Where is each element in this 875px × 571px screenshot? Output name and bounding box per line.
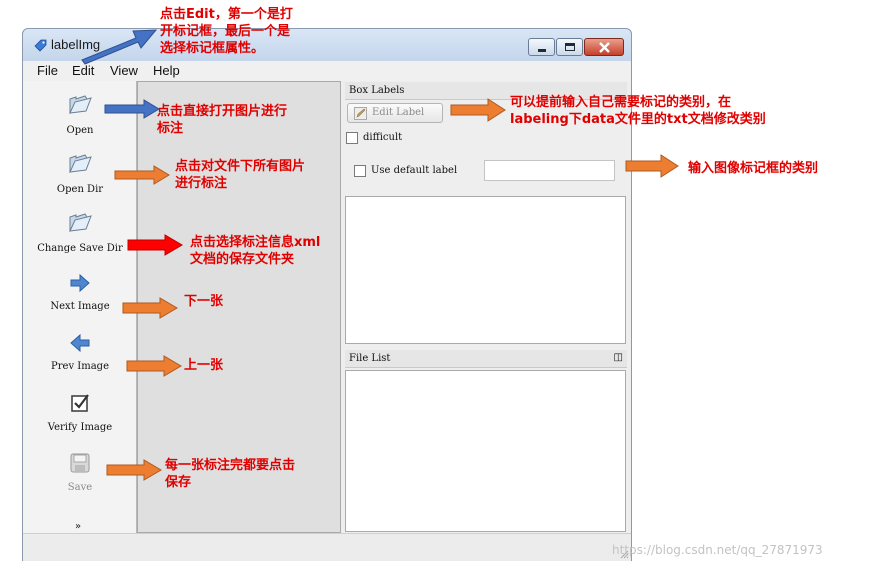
next-image-button[interactable]: Next Image — [23, 273, 137, 312]
verify-image-button[interactable]: Verify Image — [23, 392, 137, 433]
arrow-left-icon — [70, 333, 90, 353]
pencil-icon — [354, 107, 367, 120]
folder-open-icon — [69, 213, 92, 232]
annotation-edit-label: 可以提前输入自己需要标记的类别，在 labeling下data文件里的txt文档… — [510, 95, 766, 127]
chevron-double-down-icon[interactable]: » — [75, 521, 81, 532]
annotation-arrow-prev-image — [126, 355, 182, 377]
status-bar — [23, 533, 631, 561]
change-save-dir-label: Change Save Dir — [37, 243, 123, 254]
annotation-arrow-edit — [81, 29, 158, 65]
watermark: https://blog.csdn.net/qq_27871973 — [612, 543, 823, 557]
annotation-arrow-open-dir — [114, 165, 170, 185]
annotation-arrow-open — [104, 99, 160, 119]
tag-icon — [34, 39, 47, 52]
folder-open-icon — [69, 95, 92, 114]
close-icon — [599, 42, 610, 53]
close-button[interactable] — [584, 38, 624, 56]
float-icon[interactable]: ◫ — [614, 352, 623, 363]
file-list[interactable] — [345, 370, 626, 532]
difficult-checkbox[interactable] — [346, 132, 358, 144]
difficult-label: difficult — [363, 132, 403, 143]
verify-image-label: Verify Image — [47, 422, 113, 433]
annotation-change-save-dir: 点击选择标注信息xml 文档的保存文件夹 — [190, 235, 321, 267]
annotation-next-image: 下一张 — [184, 294, 224, 309]
save-icon — [70, 453, 90, 473]
menu-file[interactable]: File — [37, 63, 58, 78]
box-labels-title: Box Labels — [349, 85, 405, 96]
open-dir-label: Open Dir — [56, 184, 104, 195]
checkbox-check-icon — [71, 394, 89, 412]
prev-image-button[interactable]: Prev Image — [23, 333, 137, 372]
next-image-label: Next Image — [50, 301, 110, 312]
default-label-input[interactable] — [484, 160, 615, 181]
edit-label-text: Edit Label — [372, 107, 425, 118]
annotation-open-dir: 点击对文件下所有图片 进行标注 — [175, 159, 306, 191]
maximize-button[interactable] — [556, 38, 583, 56]
use-default-label-label: Use default label — [371, 165, 458, 176]
annotation-arrow-edit-label — [450, 98, 506, 122]
annotation-arrow-default-label — [625, 154, 679, 178]
annotation-prev-image: 上一张 — [184, 358, 224, 373]
arrow-right-icon — [70, 273, 90, 293]
edit-label-button[interactable]: Edit Label — [347, 103, 443, 123]
annotation-arrow-save — [106, 459, 162, 481]
change-save-dir-button[interactable]: Change Save Dir — [23, 211, 137, 254]
annotation-default-label: 输入图像标记框的类别 — [688, 161, 819, 176]
open-label: Open — [66, 125, 94, 136]
file-list-header: File List ◫ — [345, 350, 627, 368]
save-label: Save — [67, 482, 93, 493]
annotation-edit-menu: 点击Edit，第一个是打 开标记框，最后一个是 选择标记框属性。 — [160, 7, 293, 56]
annotation-save: 每一张标注完都要点击 保存 — [165, 458, 296, 490]
prev-image-label: Prev Image — [51, 361, 109, 372]
label-list[interactable] — [345, 196, 626, 344]
annotation-arrow-next-image — [122, 297, 178, 319]
minimize-button[interactable] — [528, 38, 555, 56]
folder-open-icon — [69, 154, 92, 173]
annotation-arrow-change-save-dir — [127, 234, 183, 256]
use-default-label-checkbox[interactable] — [354, 165, 366, 177]
file-list-title: File List — [349, 353, 391, 364]
annotation-open: 点击直接打开图片进行 标注 — [157, 104, 288, 136]
